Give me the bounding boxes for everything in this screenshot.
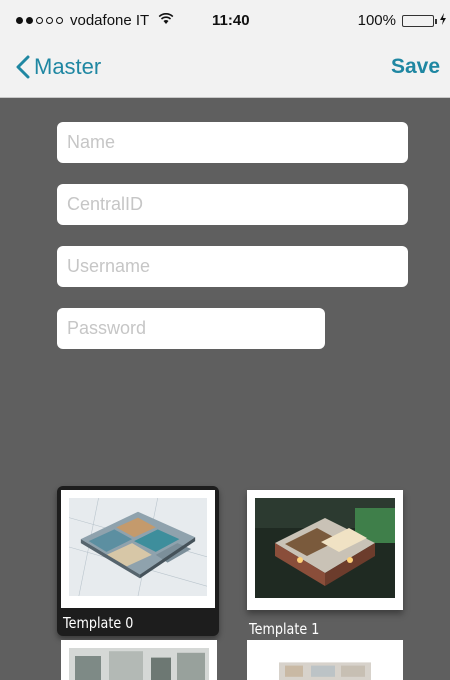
- charging-bolt-icon: [440, 13, 446, 28]
- template-label: Template 1: [249, 620, 320, 638]
- template-tile-2[interactable]: [61, 640, 217, 680]
- template-tile-0[interactable]: Template 0: [57, 486, 219, 636]
- carrier-name: vodafone IT: [70, 12, 150, 29]
- save-button[interactable]: Save: [391, 55, 440, 79]
- status-left: vodafone IT: [16, 12, 174, 29]
- central-id-field[interactable]: [57, 184, 408, 225]
- template-2-image: [69, 648, 209, 680]
- username-field[interactable]: [57, 246, 408, 287]
- template-3-image: [255, 648, 395, 680]
- signal-dot: [26, 17, 33, 24]
- wifi-icon: [158, 13, 174, 28]
- status-right: 100%: [358, 12, 446, 29]
- navigation-bar: Master Save: [0, 40, 450, 98]
- template-tile-3[interactable]: [247, 640, 403, 680]
- signal-dot: [36, 17, 43, 24]
- template-0-image: [69, 498, 207, 596]
- status-time: 11:40: [212, 12, 250, 29]
- name-field[interactable]: [57, 122, 408, 163]
- battery-icon: [402, 14, 437, 27]
- template-1-image: [255, 498, 395, 598]
- back-label: Master: [34, 54, 102, 79]
- template-card: [247, 490, 403, 610]
- template-tile-1[interactable]: Template 1: [247, 490, 409, 640]
- back-button[interactable]: Master: [16, 54, 101, 80]
- status-bar: vodafone IT 11:40 100%: [0, 0, 450, 40]
- signal-dot: [56, 17, 63, 24]
- signal-dot: [16, 17, 23, 24]
- password-field[interactable]: [57, 308, 325, 349]
- signal-dot: [46, 17, 53, 24]
- template-label: Template 0: [63, 614, 134, 632]
- battery-percent: 100%: [357, 12, 396, 29]
- chevron-left-icon: [16, 55, 30, 79]
- template-card: [61, 490, 215, 608]
